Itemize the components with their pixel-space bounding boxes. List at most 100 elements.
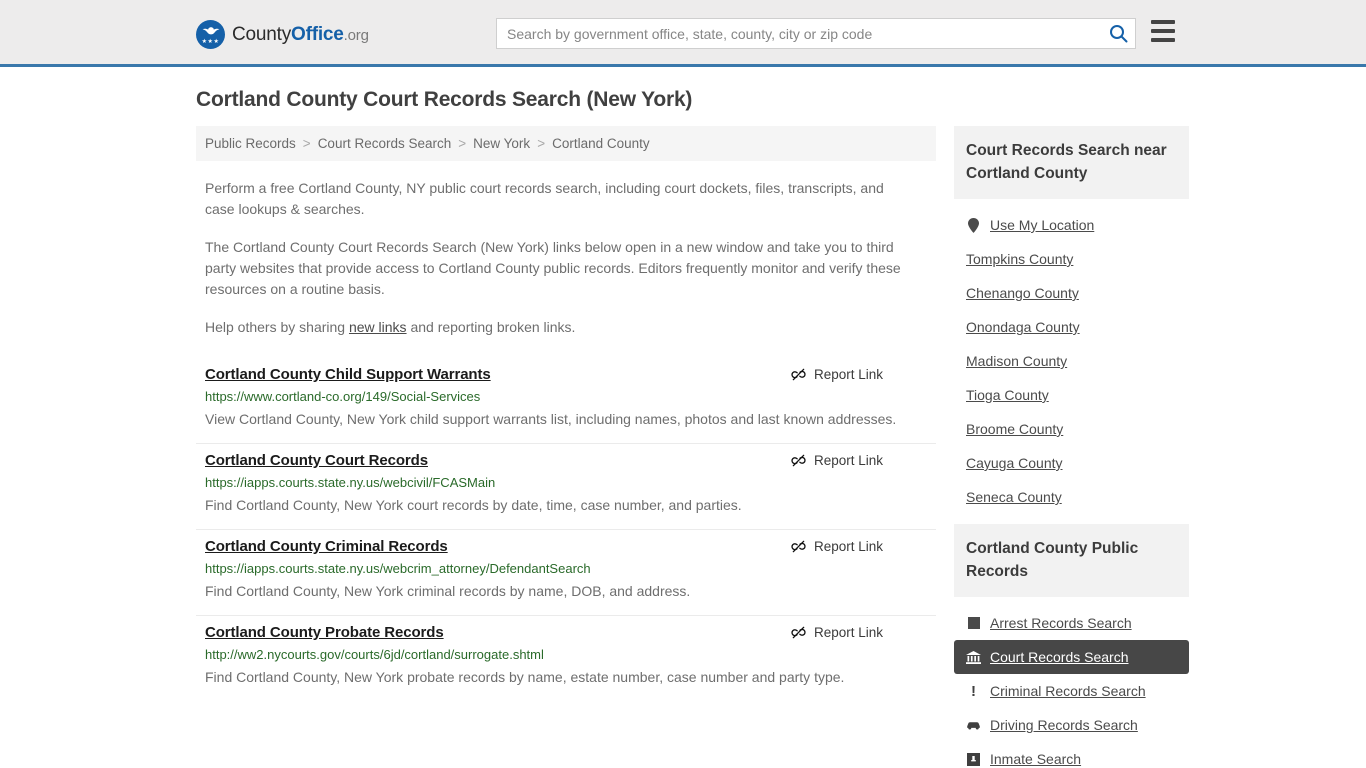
sidebar-item-onondaga-county[interactable]: Onondaga County xyxy=(954,310,1189,344)
list-item: Use My Location xyxy=(954,208,1189,242)
report-link-label: Report Link xyxy=(813,453,883,468)
intro-paragraph-2: The Cortland County Court Records Search… xyxy=(205,239,901,297)
result-title-link[interactable]: Cortland County Child Support Warrants xyxy=(205,366,491,383)
breadcrumb-item-court-records-search[interactable]: Court Records Search xyxy=(318,136,452,151)
result-description: View Cortland County, New York child sup… xyxy=(205,411,897,427)
sidebar-item-tioga-county[interactable]: Tioga County xyxy=(954,378,1189,412)
result-title-link[interactable]: Cortland County Court Records xyxy=(205,452,428,469)
list-item: Cayuga County xyxy=(954,446,1189,480)
results-list: Cortland County Child Support Warrants R… xyxy=(196,358,936,701)
logo-text-county: County xyxy=(232,23,292,45)
sidebar-item-label: Arrest Records Search xyxy=(990,615,1132,631)
sidebar-item-label: Criminal Records Search xyxy=(990,683,1146,699)
site-logo[interactable]: ★★★ CountyOffice.org xyxy=(196,20,369,49)
sidebar-item-label: Seneca County xyxy=(966,489,1062,505)
result-header: Cortland County Child Support Warrants R… xyxy=(205,366,927,383)
result-item: Cortland County Court Records Report Lin… xyxy=(196,444,936,530)
car-icon xyxy=(966,720,981,730)
result-title-link[interactable]: Cortland County Probate Records xyxy=(205,624,444,641)
broken-link-icon xyxy=(791,454,806,467)
broken-link-icon xyxy=(791,540,806,553)
report-link-button[interactable]: Report Link xyxy=(791,539,927,554)
sidebar-item-criminal-records-search[interactable]: ! Criminal Records Search xyxy=(954,674,1189,708)
sidebar-item-label: Broome County xyxy=(966,421,1064,437)
sidebar-item-inmate-search[interactable]: Inmate Search xyxy=(954,742,1189,768)
result-header: Cortland County Criminal Records Report … xyxy=(205,538,927,555)
result-url[interactable]: https://iapps.courts.state.ny.us/webcrim… xyxy=(205,561,927,576)
breadcrumb-item-public-records[interactable]: Public Records xyxy=(205,136,296,151)
courthouse-icon xyxy=(966,650,981,664)
sidebar-item-chenango-county[interactable]: Chenango County xyxy=(954,276,1189,310)
sidebar-item-label: Onondaga County xyxy=(966,319,1080,335)
sidebar-item-cayuga-county[interactable]: Cayuga County xyxy=(954,446,1189,480)
broken-link-icon xyxy=(791,626,806,639)
result-title-link[interactable]: Cortland County Criminal Records xyxy=(205,538,448,555)
sidebar-item-arrest-records-search[interactable]: Arrest Records Search xyxy=(954,606,1189,640)
list-item: Madison County xyxy=(954,344,1189,378)
result-url[interactable]: https://www.cortland-co.org/149/Social-S… xyxy=(205,389,927,404)
sidebar-item-court-records-search[interactable]: Court Records Search xyxy=(954,640,1189,674)
breadcrumb-item-cortland-county[interactable]: Cortland County xyxy=(552,136,650,151)
search-button[interactable] xyxy=(1101,19,1135,48)
sidebar-item-label: Tompkins County xyxy=(966,251,1074,267)
hamburger-bar xyxy=(1151,38,1175,42)
nearby-list: Use My Location Tompkins County Chenango… xyxy=(954,199,1189,514)
list-item: ! Criminal Records Search xyxy=(954,674,1189,708)
nearby-panel: Court Records Search near Cortland Count… xyxy=(954,126,1189,514)
page-body: Cortland County Court Records Search (Ne… xyxy=(0,67,1366,768)
result-item: Cortland County Child Support Warrants R… xyxy=(196,358,936,444)
sidebar-item-madison-county[interactable]: Madison County xyxy=(954,344,1189,378)
breadcrumb-separator: > xyxy=(302,136,311,151)
list-item: Arrest Records Search xyxy=(954,606,1189,640)
result-header: Cortland County Court Records Report Lin… xyxy=(205,452,927,469)
result-item: Cortland County Probate Records Report L… xyxy=(196,616,936,701)
intro-paragraph-3: Help others by sharing new links and rep… xyxy=(205,317,917,338)
sidebar-item-broome-county[interactable]: Broome County xyxy=(954,412,1189,446)
report-link-button[interactable]: Report Link xyxy=(791,367,927,382)
sidebar-item-use-my-location[interactable]: Use My Location xyxy=(954,208,1189,242)
content-columns: Public Records > Court Records Search > … xyxy=(196,126,1366,768)
sidebar-item-tompkins-county[interactable]: Tompkins County xyxy=(954,242,1189,276)
logo-text-org: .org xyxy=(343,26,369,44)
intro-p3-before: Help others by sharing xyxy=(205,319,349,335)
menu-button[interactable] xyxy=(1151,20,1175,42)
sidebar-item-label: Chenango County xyxy=(966,285,1079,301)
search-input[interactable] xyxy=(497,19,1101,48)
site-header: ★★★ CountyOffice.org xyxy=(0,0,1366,67)
exclamation-icon: ! xyxy=(971,682,976,700)
report-link-button[interactable]: Report Link xyxy=(791,625,927,640)
breadcrumb-separator: > xyxy=(458,136,467,151)
intro-p3-after: and reporting broken links. xyxy=(406,319,576,335)
report-link-button[interactable]: Report Link xyxy=(791,453,927,468)
report-link-label: Report Link xyxy=(813,367,883,382)
result-description: Find Cortland County, New York probate r… xyxy=(205,669,845,685)
map-pin-icon xyxy=(966,217,981,233)
sidebar-item-label: Madison County xyxy=(966,353,1068,369)
result-url[interactable]: https://iapps.courts.state.ny.us/webcivi… xyxy=(205,475,927,490)
list-item: Seneca County xyxy=(954,480,1189,514)
main-content: Public Records > Court Records Search > … xyxy=(196,126,936,701)
search-bar[interactable] xyxy=(496,18,1136,49)
public-records-panel-heading: Cortland County Public Records xyxy=(954,524,1189,597)
logo-wordmark: CountyOffice.org xyxy=(232,24,369,46)
result-url[interactable]: http://ww2.nycourts.gov/courts/6jd/cortl… xyxy=(205,647,927,662)
jail-icon xyxy=(966,752,981,766)
broken-link-icon xyxy=(791,368,806,381)
sidebar-item-label: Tioga County xyxy=(966,387,1049,403)
breadcrumb-item-new-york[interactable]: New York xyxy=(473,136,530,151)
report-link-label: Report Link xyxy=(813,625,883,640)
result-description: Find Cortland County, New York court rec… xyxy=(205,497,742,513)
report-link-label: Report Link xyxy=(813,539,883,554)
list-item: Broome County xyxy=(954,412,1189,446)
sidebar-item-label: Cayuga County xyxy=(966,455,1063,471)
sidebar-item-driving-records-search[interactable]: Driving Records Search xyxy=(954,708,1189,742)
list-item: Inmate Search xyxy=(954,742,1189,768)
sidebar-item-seneca-county[interactable]: Seneca County xyxy=(954,480,1189,514)
intro-paragraph-1: Perform a free Cortland County, NY publi… xyxy=(205,180,884,217)
result-description: Find Cortland County, New York criminal … xyxy=(205,583,691,599)
public-records-panel: Cortland County Public Records Arrest Re… xyxy=(954,524,1189,768)
intro-text: Perform a free Cortland County, NY publi… xyxy=(196,178,936,338)
new-links-link[interactable]: new links xyxy=(349,319,407,335)
hamburger-bar xyxy=(1151,20,1175,24)
list-item: Court Records Search xyxy=(954,640,1189,674)
